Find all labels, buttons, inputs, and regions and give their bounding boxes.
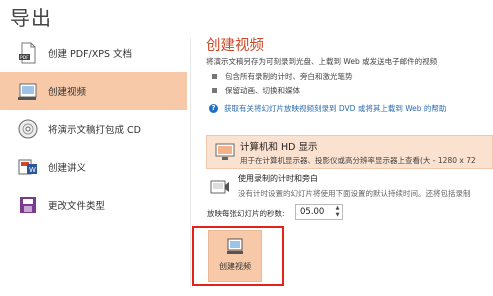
bullet-marker (212, 74, 217, 79)
nav-item-change-file-type[interactable]: 更改文件类型 (0, 186, 187, 224)
quality-title: 计算机和 HD 显示 (240, 142, 318, 153)
nav-item-create-handouts[interactable]: W 创建讲义 (0, 148, 187, 186)
export-nav: PDF 创建 PDF/XPS 文档 创建视频 将演示文稿打包成 CD W 创建讲… (0, 34, 187, 224)
nav-item-create-pdf-xps[interactable]: PDF 创建 PDF/XPS 文档 (0, 34, 187, 72)
nav-item-create-video[interactable]: 创建视频 (0, 72, 187, 110)
svg-text:W: W (29, 166, 36, 174)
panel-divider (190, 38, 191, 288)
help-link-text[interactable]: 获取有关将幻灯片放映视频刻录到 DVD 或将其上载到 Web 的帮助 (224, 103, 446, 114)
spinner-down-icon[interactable]: ▼ (333, 212, 342, 219)
narration-subtitle: 没有计时设置的幻灯片将使用下面设置的默认持续时间。还将包括录制 (238, 189, 471, 198)
monitor-icon (215, 143, 235, 161)
seconds-spinner[interactable]: 05.00 ▲ ▼ (295, 204, 343, 220)
spinner-arrows: ▲ ▼ (333, 205, 342, 219)
svg-text:PDF: PDF (20, 55, 29, 61)
file-type-icon (17, 193, 39, 217)
video-film-icon (17, 79, 39, 103)
bullet-text: 保留动画、切换和媒体 (225, 86, 300, 95)
feature-bullet: 包含所有录制的计时、旁白和激光笔势 (212, 71, 353, 82)
narration-title: 使用录制的计时和旁白 (238, 174, 318, 183)
nav-item-label: 创建视频 (48, 87, 87, 98)
seconds-value[interactable]: 05.00 (300, 207, 324, 217)
bullet-text: 包含所有录制的计时、旁白和激光笔势 (225, 72, 353, 81)
nav-item-label: 创建讲义 (48, 163, 87, 174)
quality-subtitle: 用于在计算机显示器、投影仪或高分辨率显示器上查看(大 - 1280 x 72 (240, 156, 476, 165)
section-description: 将演示文稿另存为可刻录到光盘、上载到 Web 或发送电子邮件的视频 (206, 57, 438, 66)
feature-bullet: 保留动画、切换和媒体 (212, 85, 300, 96)
nav-item-label: 创建 PDF/XPS 文档 (48, 49, 133, 60)
handout-icon: W (17, 155, 39, 179)
narration-icon (210, 178, 230, 196)
create-video-button[interactable]: 创建视频 (208, 230, 262, 282)
nav-item-label: 将演示文稿打包成 CD (48, 125, 141, 136)
quality-dropdown[interactable]: 计算机和 HD 显示 用于在计算机显示器、投影仪或高分辨率显示器上查看(大 - … (206, 135, 493, 169)
section-title: 创建视频 (206, 38, 264, 54)
nav-item-label: 更改文件类型 (48, 201, 106, 212)
page-title: 导出 (10, 6, 52, 30)
spinner-up-icon[interactable]: ▲ (333, 205, 342, 212)
create-video-label: 创建视频 (219, 262, 251, 271)
pdf-document-icon: PDF (17, 41, 39, 65)
cd-disc-icon (17, 117, 39, 141)
nav-item-package-cd[interactable]: 将演示文稿打包成 CD (0, 110, 187, 148)
help-link[interactable]: ? 获取有关将幻灯片放映视频刻录到 DVD 或将其上载到 Web 的帮助 (209, 103, 446, 114)
bullet-marker (212, 88, 217, 93)
timing-narration-dropdown[interactable]: 使用录制的计时和旁白 没有计时设置的幻灯片将使用下面设置的默认持续时间。还将包括… (206, 172, 493, 202)
seconds-label: 放映每张幻灯片的秒数: (207, 209, 285, 218)
help-question-icon: ? (209, 104, 218, 113)
create-video-icon (226, 236, 246, 256)
